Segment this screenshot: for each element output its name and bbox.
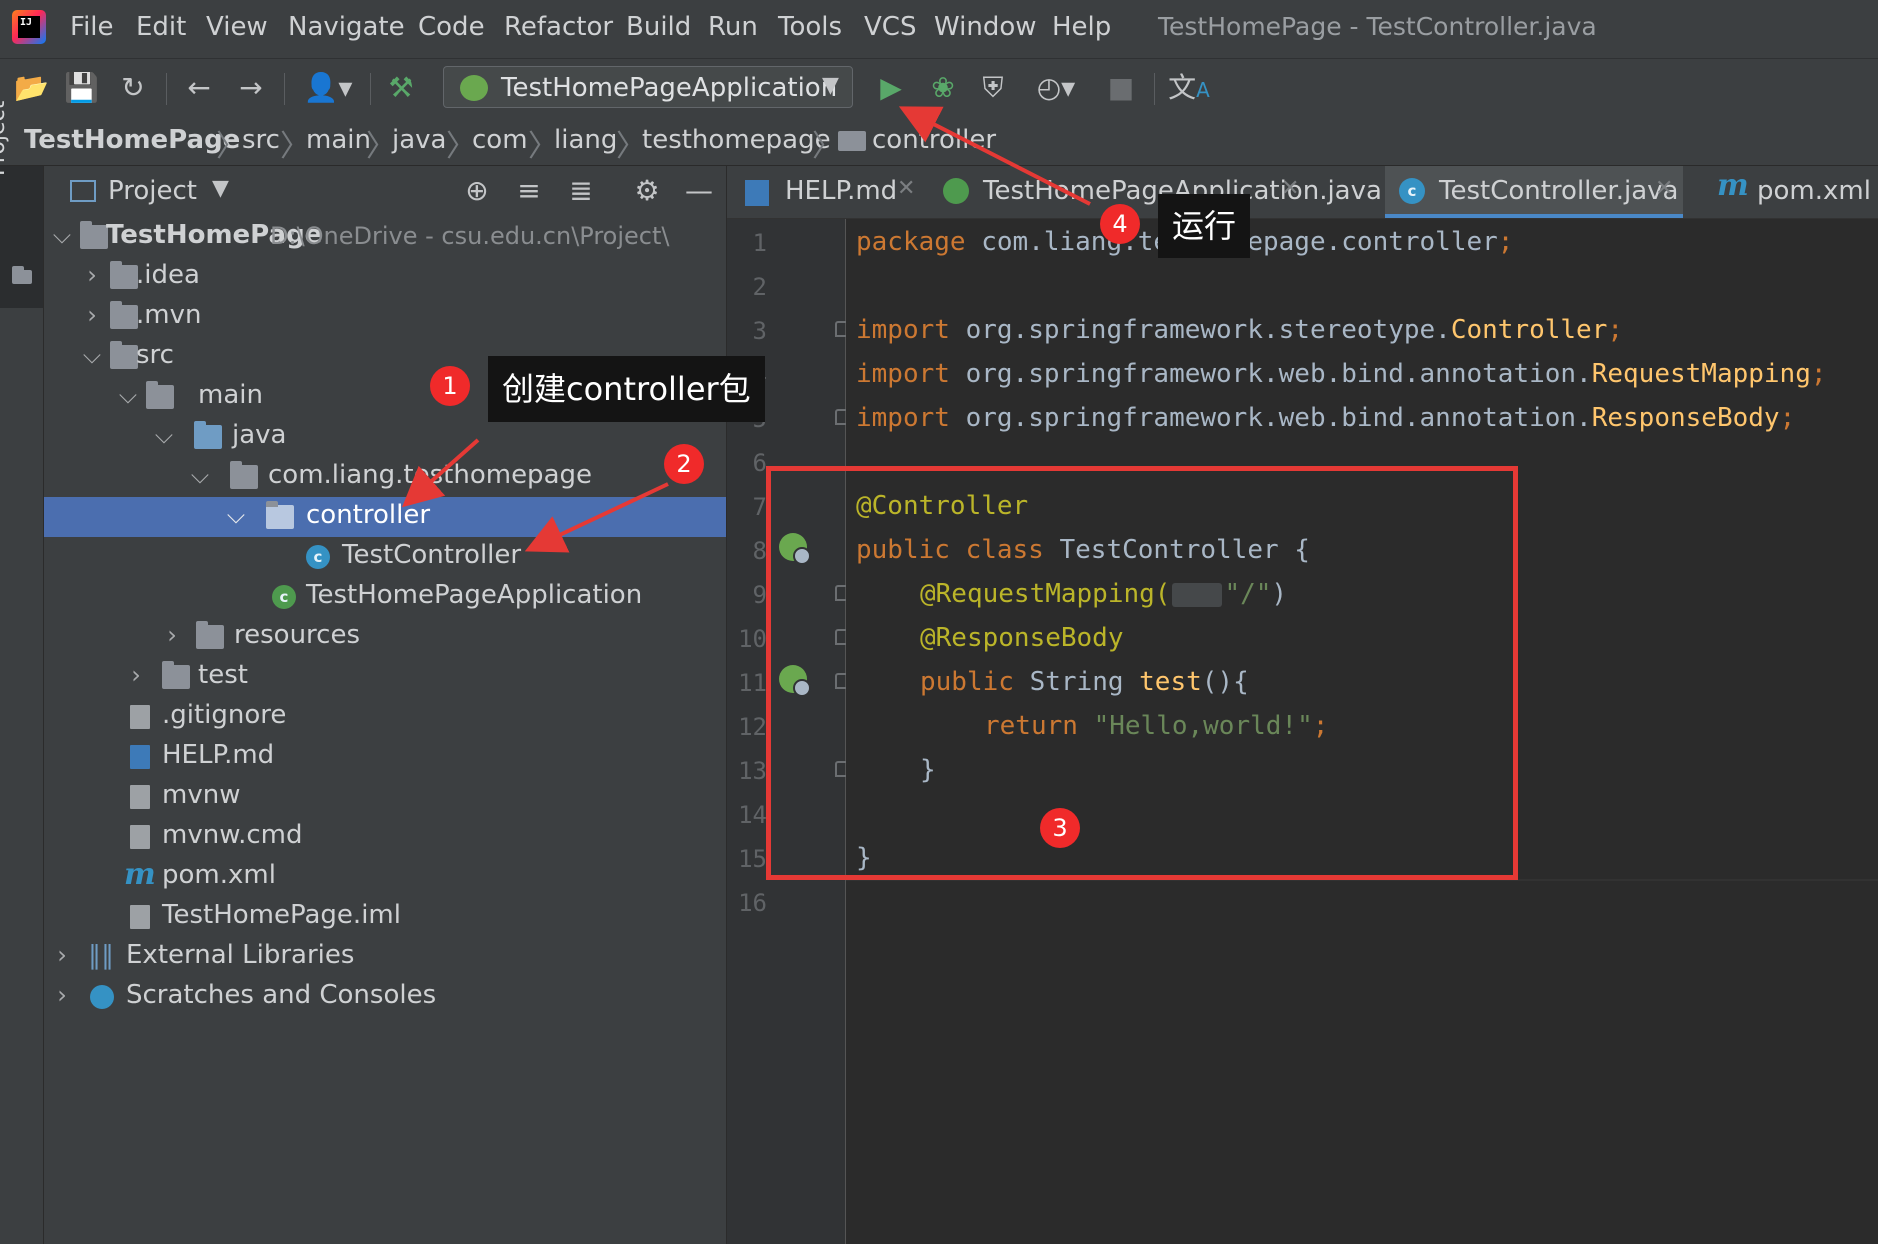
step-badge-4: 4 (1100, 204, 1140, 244)
callout-4: 运行 (1158, 194, 1251, 258)
callout-1: 创建controller包 (488, 356, 765, 422)
annotation-arrows (402, 106, 1091, 553)
arrow-1 (402, 438, 480, 508)
arrow-4 (898, 106, 1091, 206)
step-badge-1: 1 (430, 366, 470, 406)
arrow-2 (524, 482, 669, 553)
step-badge-2: 2 (664, 444, 704, 484)
step-badge-3: 3 (1040, 808, 1080, 848)
